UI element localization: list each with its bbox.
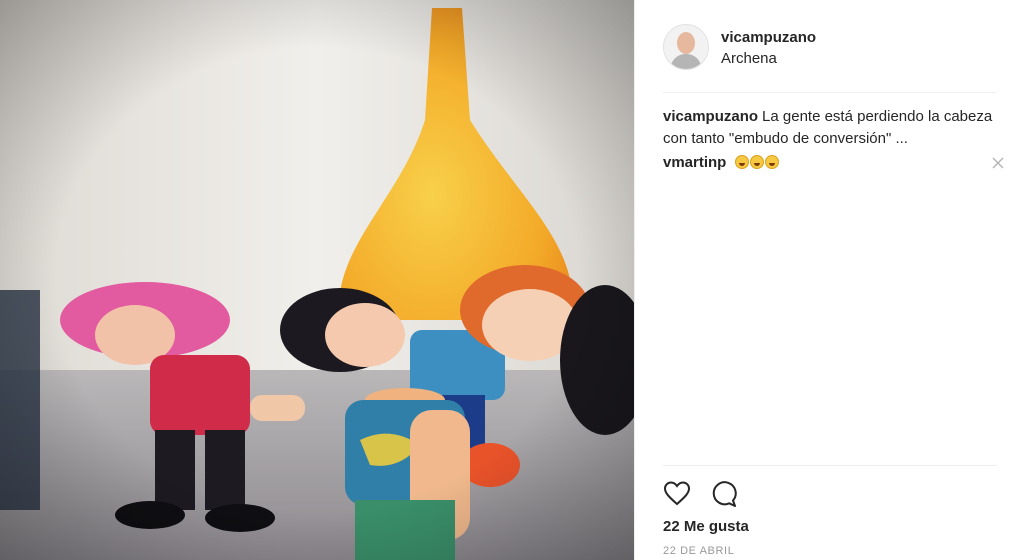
post-header: vicampuzano Archena	[663, 0, 997, 93]
post-actions: 22 Me gusta 22 DE ABRIL	[663, 465, 997, 557]
comment-username[interactable]: vmartinp	[663, 154, 726, 171]
laughing-tears-icon	[749, 155, 764, 169]
comment-username[interactable]: vicampuzano	[663, 108, 758, 125]
likes-count[interactable]: 22 Me gusta	[663, 518, 749, 535]
comment-item: vmartinp	[663, 152, 1004, 174]
post-photo[interactable]	[0, 0, 634, 560]
close-icon[interactable]	[991, 156, 1005, 170]
laughing-tears-icon	[734, 155, 749, 169]
avatar[interactable]	[663, 24, 709, 70]
post-date[interactable]: 22 DE ABRIL	[663, 545, 734, 557]
post-location[interactable]: Archena	[721, 50, 777, 67]
heart-icon[interactable]	[663, 480, 691, 508]
photo-illustration	[0, 0, 634, 560]
laughing-tears-icon	[764, 155, 779, 169]
comments-list: vicampuzano La gente está perdiendo la ca…	[663, 106, 1004, 174]
laughing-tears-emoji-group	[734, 155, 779, 169]
comment-bubble-icon[interactable]	[710, 480, 738, 508]
avatar-image	[664, 25, 708, 69]
post-username[interactable]: vicampuzano	[721, 29, 816, 46]
comment-item: vicampuzano La gente está perdiendo la ca…	[663, 106, 997, 150]
post-details-panel: vicampuzano Archena vicampuzano La gente …	[634, 0, 1024, 560]
